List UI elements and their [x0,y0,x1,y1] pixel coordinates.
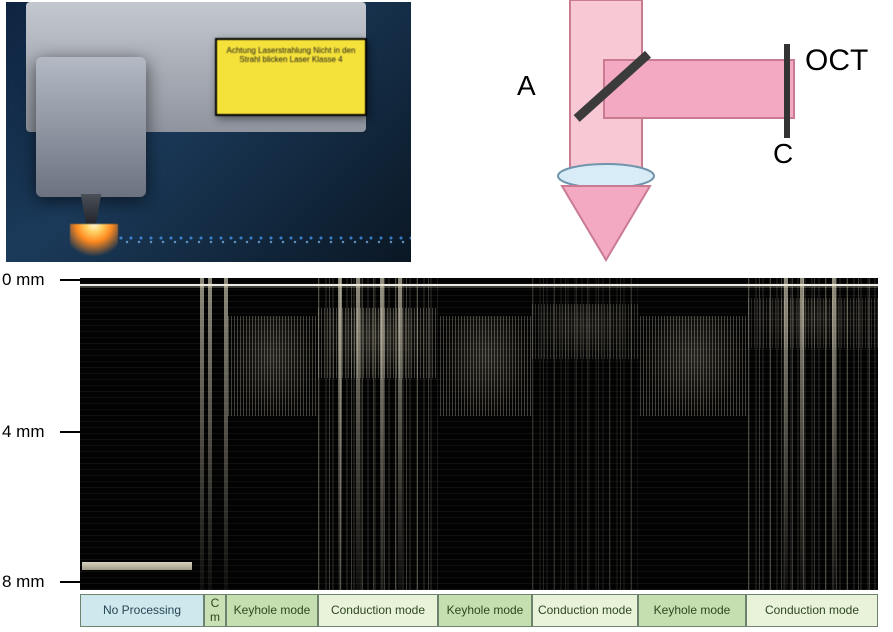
y-tick-label: 0 mm [2,270,45,289]
mode-keyhole-1: Keyhole mode [226,594,318,627]
mode-strip: No Processing C m Keyhole mode Conductio… [80,594,878,627]
bscan-panel: 0 mm 4 mm 8 mm [0,272,893,632]
streak-icon [208,278,212,590]
y-tick-8: 8 mm [2,572,45,592]
streak-icon [800,278,804,590]
y-tick-0: 0 mm [2,270,45,290]
signal-keyhole-1 [228,316,318,416]
mode-conduction-2: Conduction mode [532,594,638,627]
machine-head [36,57,146,197]
schematic-label-a: A [517,70,536,102]
streak-icon [200,278,204,590]
laser-warning-label: Achtung Laserstrahlung Nicht in den Stra… [215,38,367,116]
schematic-label-oct: OCT [805,44,868,78]
mode-conduction-1: Conduction mode [318,594,438,627]
mode-no-processing: No Processing [80,594,204,627]
y-tick-label: 4 mm [2,422,45,441]
bscan-image [80,278,878,590]
tick-dash-icon [60,581,80,583]
mode-keyhole-3: Keyhole mode [638,594,746,627]
signal-keyhole-2 [440,316,532,416]
mode-cm: C m [204,594,226,627]
signal-keyhole-3 [640,316,746,416]
mode-conduction-3: Conduction mode [746,594,878,627]
oct-schematic: A C OCT [411,0,893,265]
baseline-reflection [82,562,192,570]
y-tick-4: 4 mm [2,422,45,442]
streak-icon [398,278,402,590]
top-row: Achtung Laserstrahlung Nicht in den Stra… [0,0,893,265]
laser-spark-icon [70,224,118,262]
signal-conduction-3b [748,298,878,348]
tick-dash-icon [60,279,80,281]
tick-dash-icon [60,431,80,433]
schematic-svg [411,0,893,265]
streak-icon [832,278,836,590]
y-tick-label: 8 mm [2,572,45,591]
laser-photo: Achtung Laserstrahlung Nicht in den Stra… [6,2,411,262]
streak-icon [784,278,788,590]
signal-conduction-1b [318,308,438,378]
streak-icon [380,278,384,590]
schematic-label-c: C [773,138,793,170]
streak-icon [356,278,360,590]
signal-conduction-2b [532,304,638,359]
spatter-icon [116,234,411,262]
streak-icon [338,278,342,590]
mode-keyhole-2: Keyhole mode [438,594,532,627]
